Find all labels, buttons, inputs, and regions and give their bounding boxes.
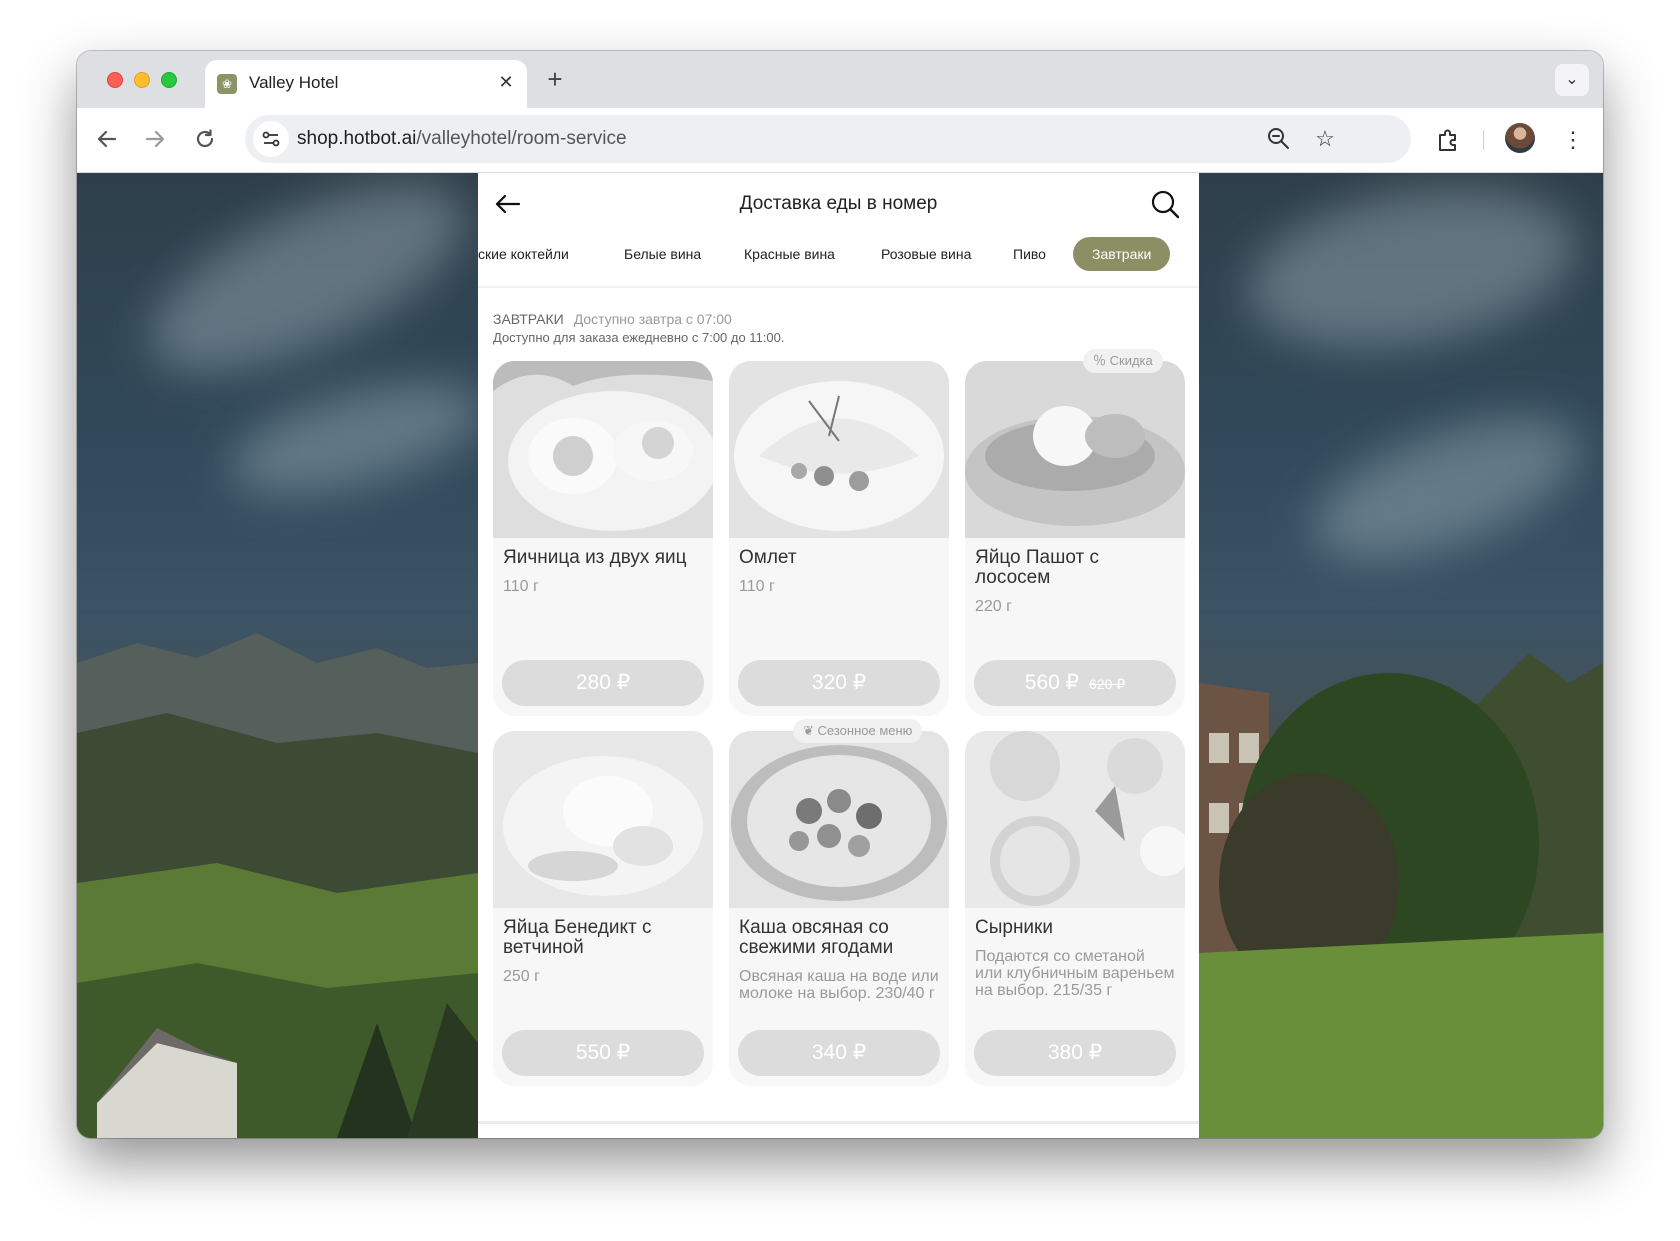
url-host: shop.hotbot.ai: [297, 128, 417, 149]
tab-close-icon[interactable]: ✕: [494, 70, 518, 94]
price-label: 280 ₽: [575, 671, 631, 694]
page-viewport: Доставка еды в номер ские коктейли Белые…: [77, 173, 1603, 1138]
reload-icon: [196, 129, 214, 148]
minimize-window-button[interactable]: [134, 72, 150, 88]
category-tabs: ские коктейли Белые вина Красные вина Ро…: [478, 237, 1199, 281]
room-service-panel: Доставка еды в номер ские коктейли Белые…: [478, 173, 1199, 1138]
section-note: Доступно для заказа ежедневно с 7:00 до …: [493, 330, 785, 345]
product-card[interactable]: Яичница из двух яиц 110 г 280 ₽: [493, 361, 713, 716]
product-card[interactable]: Яйца Бенедикт с ветчиной 250 г 550 ₽: [493, 731, 713, 1086]
profile-avatar[interactable]: [1505, 123, 1535, 153]
maximize-window-button[interactable]: [161, 72, 177, 88]
site-info-icon[interactable]: [253, 121, 289, 157]
section-availability: Доступно завтра с 07:00: [573, 311, 732, 327]
tab-rose-wines[interactable]: Розовые вина: [862, 237, 990, 271]
back-button[interactable]: [89, 121, 125, 157]
url-path: /valleyhotel/room-service: [416, 128, 627, 149]
browser-window: ❀ Valley Hotel ✕ + ⌄ shop.hotbot.ai/vall…: [77, 51, 1603, 1138]
cloud-decoration: [125, 173, 489, 409]
cloud-decoration: [219, 360, 495, 516]
tab-white-wines[interactable]: Белые вина: [605, 237, 720, 271]
bottom-divider: [478, 1121, 1199, 1124]
product-image: [965, 731, 1185, 908]
product-card[interactable]: Омлет 110 г 320 ₽: [729, 361, 949, 716]
new-tab-button[interactable]: +: [539, 64, 571, 96]
product-image: [729, 361, 949, 538]
leaf-icon: ❦: [803, 723, 818, 738]
product-desc: Овсяная каша на воде или молоке на выбор…: [739, 968, 939, 1002]
price-label: 340 ₽: [811, 1041, 867, 1064]
favicon-icon: ❀: [217, 74, 237, 94]
tab-cocktails[interactable]: ские коктейли: [478, 237, 588, 271]
address-bar[interactable]: shop.hotbot.ai/valleyhotel/room-service …: [245, 115, 1411, 163]
search-icon[interactable]: [1148, 187, 1182, 221]
product-name: Яйцо Пашот с лососем: [975, 547, 1099, 588]
back-arrow-icon: [97, 130, 117, 148]
product-image: [493, 361, 713, 538]
tab-beer[interactable]: Пиво: [994, 237, 1065, 271]
product-name: Сырники: [975, 917, 1053, 938]
tab-strip: ❀ Valley Hotel ✕ + ⌄: [77, 51, 1603, 108]
product-card[interactable]: Каша овсяная со свежими ягодами Овсяная …: [729, 731, 949, 1086]
mountain-landscape: [77, 633, 478, 1138]
price-label: 560 ₽: [1024, 671, 1080, 694]
product-desc: Подаются со сметаной или клубничным варе…: [975, 948, 1175, 999]
browser-toolbar: shop.hotbot.ai/valleyhotel/room-service …: [77, 108, 1603, 173]
page-title: Доставка еды в номер: [739, 193, 938, 214]
product-card[interactable]: Сырники Подаются со сметаной или клубнич…: [965, 731, 1185, 1086]
price-label: 380 ₽: [1047, 1041, 1103, 1064]
product-desc: 110 г: [739, 578, 775, 595]
browser-menu-icon[interactable]: ⋮: [1561, 124, 1585, 156]
add-to-cart-button[interactable]: 280 ₽: [502, 660, 704, 706]
add-to-cart-button[interactable]: 550 ₽: [502, 1030, 704, 1076]
price-label: 550 ₽: [575, 1041, 631, 1064]
tab-search-button[interactable]: ⌄: [1555, 64, 1589, 96]
tab-title: Valley Hotel: [249, 73, 339, 92]
product-image: [965, 361, 1185, 538]
product-name: Омлет: [739, 547, 797, 568]
product-name: Яичница из двух яиц: [503, 547, 687, 568]
bookmark-star-icon[interactable]: ☆: [1309, 123, 1341, 155]
add-to-cart-button[interactable]: 560 ₽ 620 ₽: [974, 660, 1176, 706]
divider: [478, 286, 1199, 288]
product-image: [729, 731, 949, 908]
price-label: 320 ₽: [811, 671, 867, 694]
forest-landscape: [1199, 653, 1603, 1138]
zoom-icon[interactable]: [1263, 123, 1295, 155]
product-name: Яйца Бенедикт с ветчиной: [503, 917, 652, 958]
extensions-icon[interactable]: [1432, 124, 1464, 156]
section-header: ЗАВТРАКИ Доступно завтра с 07:00: [493, 311, 732, 327]
browser-tab[interactable]: ❀ Valley Hotel ✕: [205, 60, 527, 108]
add-to-cart-button[interactable]: 380 ₽: [974, 1030, 1176, 1076]
product-card[interactable]: Яйцо Пашот с лососем 220 г 560 ₽ 620 ₽: [965, 361, 1185, 716]
percent-icon: ％: [1093, 353, 1110, 368]
close-window-button[interactable]: [107, 72, 123, 88]
forward-button[interactable]: [137, 121, 173, 157]
section-title: ЗАВТРАКИ: [493, 311, 564, 327]
product-name: Каша овсяная со свежими ягодами: [739, 917, 894, 958]
badge-label: Сезонное меню: [817, 723, 913, 738]
toolbar-separator: [1483, 130, 1484, 150]
product-desc: 220 г: [975, 598, 1012, 615]
product-desc: 250 г: [503, 968, 540, 985]
forward-arrow-icon: [145, 130, 165, 148]
discount-badge: ％ Скидка: [1083, 349, 1163, 373]
panel-header: Доставка еды в номер: [478, 173, 1199, 235]
tab-red-wines[interactable]: Красные вина: [725, 237, 854, 271]
product-desc: 110 г: [503, 578, 539, 595]
url-text[interactable]: shop.hotbot.ai/valleyhotel/room-service: [297, 128, 627, 150]
tab-breakfast[interactable]: Завтраки: [1073, 237, 1171, 271]
product-image: [493, 731, 713, 908]
cloud-decoration: [1236, 173, 1588, 371]
old-price-label: 620 ₽: [1089, 676, 1126, 692]
seasonal-badge: ❦ Сезонное меню: [793, 719, 923, 743]
reload-button[interactable]: [187, 121, 223, 157]
cloud-decoration: [1296, 388, 1598, 588]
add-to-cart-button[interactable]: 340 ₽: [738, 1030, 940, 1076]
badge-label: Скидка: [1109, 353, 1153, 368]
add-to-cart-button[interactable]: 320 ₽: [738, 660, 940, 706]
